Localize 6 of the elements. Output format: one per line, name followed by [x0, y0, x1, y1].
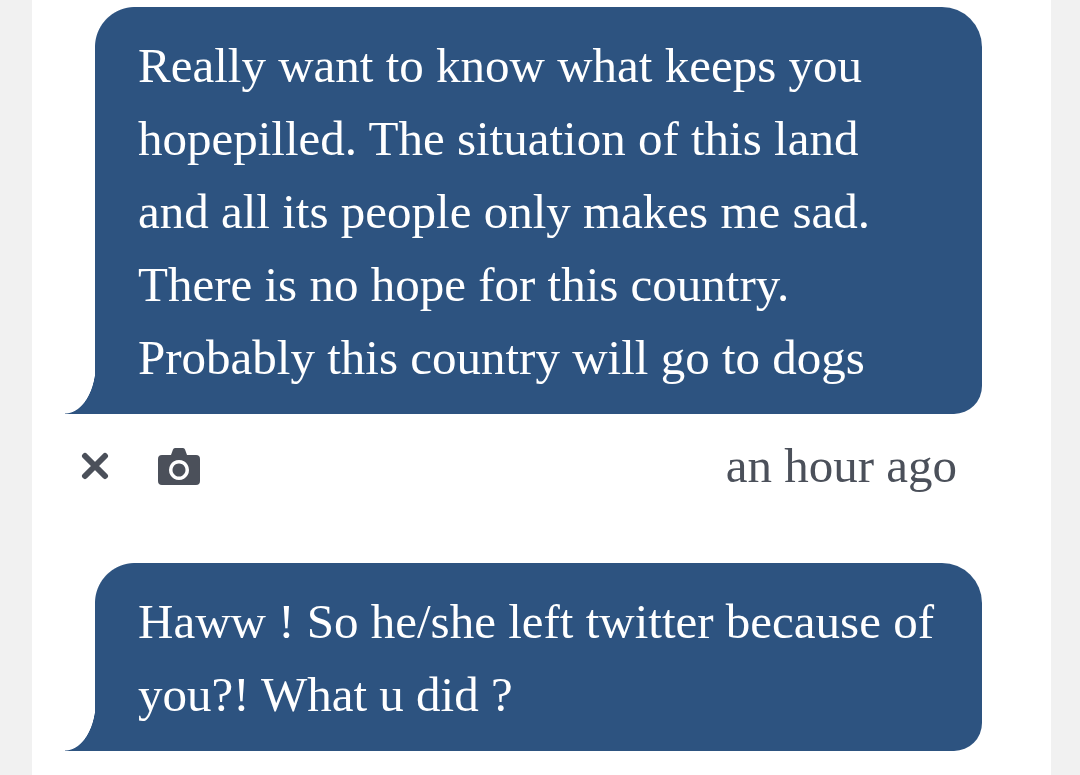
message-text: Haww ! So he/she left twitter because of you?! What u did ? — [138, 593, 935, 724]
message-text: Really want to know what keeps you hopepilled. The situation of this land and all its people only makes me sad. There is no hope for this country. Probably this country will go to dogs — [138, 37, 872, 387]
close-button[interactable] — [80, 452, 110, 480]
camera-icon — [158, 447, 200, 485]
camera-button[interactable] — [158, 447, 200, 485]
close-icon — [80, 452, 110, 480]
